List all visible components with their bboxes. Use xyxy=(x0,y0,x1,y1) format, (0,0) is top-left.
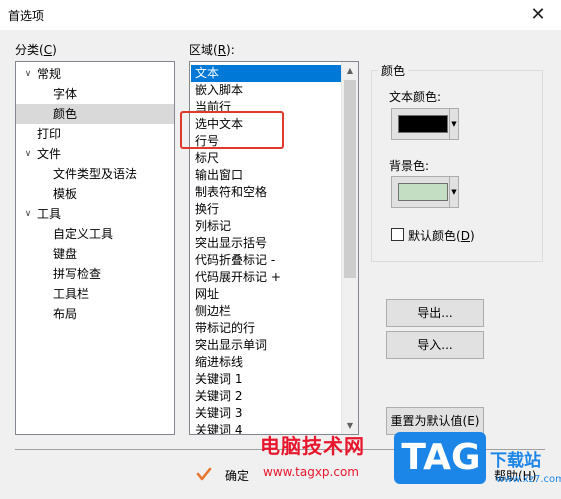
tree-item-label: 工具 xyxy=(37,207,62,221)
region-scrollbar[interactable]: ▲ ▼ xyxy=(341,62,358,434)
bg-color-swatch xyxy=(398,183,448,201)
region-list-item[interactable]: 列标记 xyxy=(191,218,342,235)
tree-item-label: 布局 xyxy=(53,307,78,321)
tree-item[interactable]: 字体 xyxy=(16,84,174,104)
region-list-item[interactable]: 文本 xyxy=(191,65,342,82)
watermark-site-name: 电脑技术网 xyxy=(260,434,365,458)
tree-item[interactable]: ∨ 常规 xyxy=(16,64,174,84)
import-button[interactable]: 导入... xyxy=(386,331,484,359)
tree-item-label: 打印 xyxy=(37,127,62,141)
expand-chevron-icon[interactable]: ∨ xyxy=(22,64,34,84)
watermark-site-url: www.tagxp.com xyxy=(263,465,359,479)
tree-item[interactable]: 模板 xyxy=(16,184,174,204)
dropdown-arrow-icon[interactable]: ▼ xyxy=(449,177,458,207)
region-list-item[interactable]: 关键词 2 xyxy=(191,388,342,405)
tree-item[interactable]: 打印 xyxy=(16,124,174,144)
region-list-item[interactable]: 关键词 1 xyxy=(191,371,342,388)
region-list-item[interactable]: 输出窗口 xyxy=(191,167,342,184)
color-group-title: 颜色 xyxy=(378,62,409,79)
tree-item-label: 拼写检查 xyxy=(53,267,102,281)
region-list-item[interactable]: 代码折叠标记 - xyxy=(191,252,342,269)
tree-item[interactable]: 键盘 xyxy=(16,244,174,264)
region-list-item[interactable]: 换行 xyxy=(191,201,342,218)
window-title: 首选项 xyxy=(8,9,45,23)
category-label: 分类(C) xyxy=(15,43,57,57)
highlight-annotation-box xyxy=(180,111,284,149)
reset-defaults-button[interactable]: 重置为默认值(E) xyxy=(386,407,484,435)
ok-button[interactable]: 确定 xyxy=(225,467,249,484)
expand-chevron-icon[interactable]: ∨ xyxy=(22,144,34,164)
text-color-swatch xyxy=(398,115,448,133)
region-list-item[interactable]: 代码展开标记 + xyxy=(191,269,342,286)
tree-item[interactable]: 自定义工具 xyxy=(16,224,174,244)
region-list-item[interactable]: 侧边栏 xyxy=(191,303,342,320)
dropdown-arrow-icon[interactable]: ▼ xyxy=(449,109,458,139)
tree-item[interactable]: ∨ 工具 xyxy=(16,204,174,224)
tree-item[interactable]: 布局 xyxy=(16,304,174,324)
region-list-item[interactable]: 标尺 xyxy=(191,150,342,167)
tree-item[interactable]: 拼写检查 xyxy=(16,264,174,284)
tree-item-label: 颜色 xyxy=(53,107,78,121)
tree-item-label: 工具栏 xyxy=(53,287,90,301)
tree-item[interactable]: ∨ 文件 xyxy=(16,144,174,164)
watermark-tag-text: TAG xyxy=(401,437,481,478)
default-color-label: 默认颜色(D) xyxy=(408,229,475,243)
tree-item-label: 键盘 xyxy=(53,247,78,261)
region-list-item[interactable]: 缩进标线 xyxy=(191,354,342,371)
region-list-item[interactable]: 带标记的行 xyxy=(191,320,342,337)
watermark-download-url: www.xz7.com xyxy=(496,474,561,485)
region-list-item[interactable]: 嵌入脚本 xyxy=(191,82,342,99)
tree-item-label: 模板 xyxy=(53,187,78,201)
text-color-picker[interactable]: ▼ xyxy=(391,108,459,140)
bg-color-picker[interactable]: ▼ xyxy=(391,176,459,208)
tree-item-label: 文件类型及语法 xyxy=(53,167,138,181)
tree-item-label: 常规 xyxy=(37,67,62,81)
category-tree[interactable]: ∨ 常规 字体 颜色 打印 ∨ 文件 文件类型及语法 模板 ∨ 工具 自定义工具 键盘 拼写检查 工具栏 布局 xyxy=(15,61,175,435)
expand-chevron-icon[interactable]: ∨ xyxy=(22,204,34,224)
region-list-item[interactable]: 网址 xyxy=(191,286,342,303)
checkmark-icon xyxy=(196,467,212,481)
region-list-item[interactable]: 突出显示单词 xyxy=(191,337,342,354)
region-list-item[interactable]: 制表符和空格 xyxy=(191,184,342,201)
region-list-item[interactable]: 突出显示括号 xyxy=(191,235,342,252)
tree-item[interactable]: 颜色 xyxy=(16,104,174,124)
export-button[interactable]: 导出... xyxy=(386,299,484,327)
region-list-item[interactable]: 关键词 3 xyxy=(191,405,342,422)
scroll-up-icon[interactable]: ▲ xyxy=(342,62,358,79)
tree-item-label: 文件 xyxy=(37,147,62,161)
default-color-checkbox[interactable] xyxy=(391,228,404,241)
tree-item-label: 字体 xyxy=(53,87,78,101)
scroll-thumb[interactable] xyxy=(344,80,356,278)
tree-item-label: 自定义工具 xyxy=(53,227,114,241)
tree-item[interactable]: 工具栏 xyxy=(16,284,174,304)
bg-color-label: 背景色: xyxy=(389,159,430,173)
region-label: 区域(R): xyxy=(189,43,235,57)
watermark-download-label: 下载站 xyxy=(490,451,541,471)
text-color-label: 文本颜色: xyxy=(389,90,442,104)
tree-item[interactable]: 文件类型及语法 xyxy=(16,164,174,184)
close-icon[interactable]: ✕ xyxy=(523,3,553,27)
title-bar: 首选项 ✕ xyxy=(0,0,561,30)
